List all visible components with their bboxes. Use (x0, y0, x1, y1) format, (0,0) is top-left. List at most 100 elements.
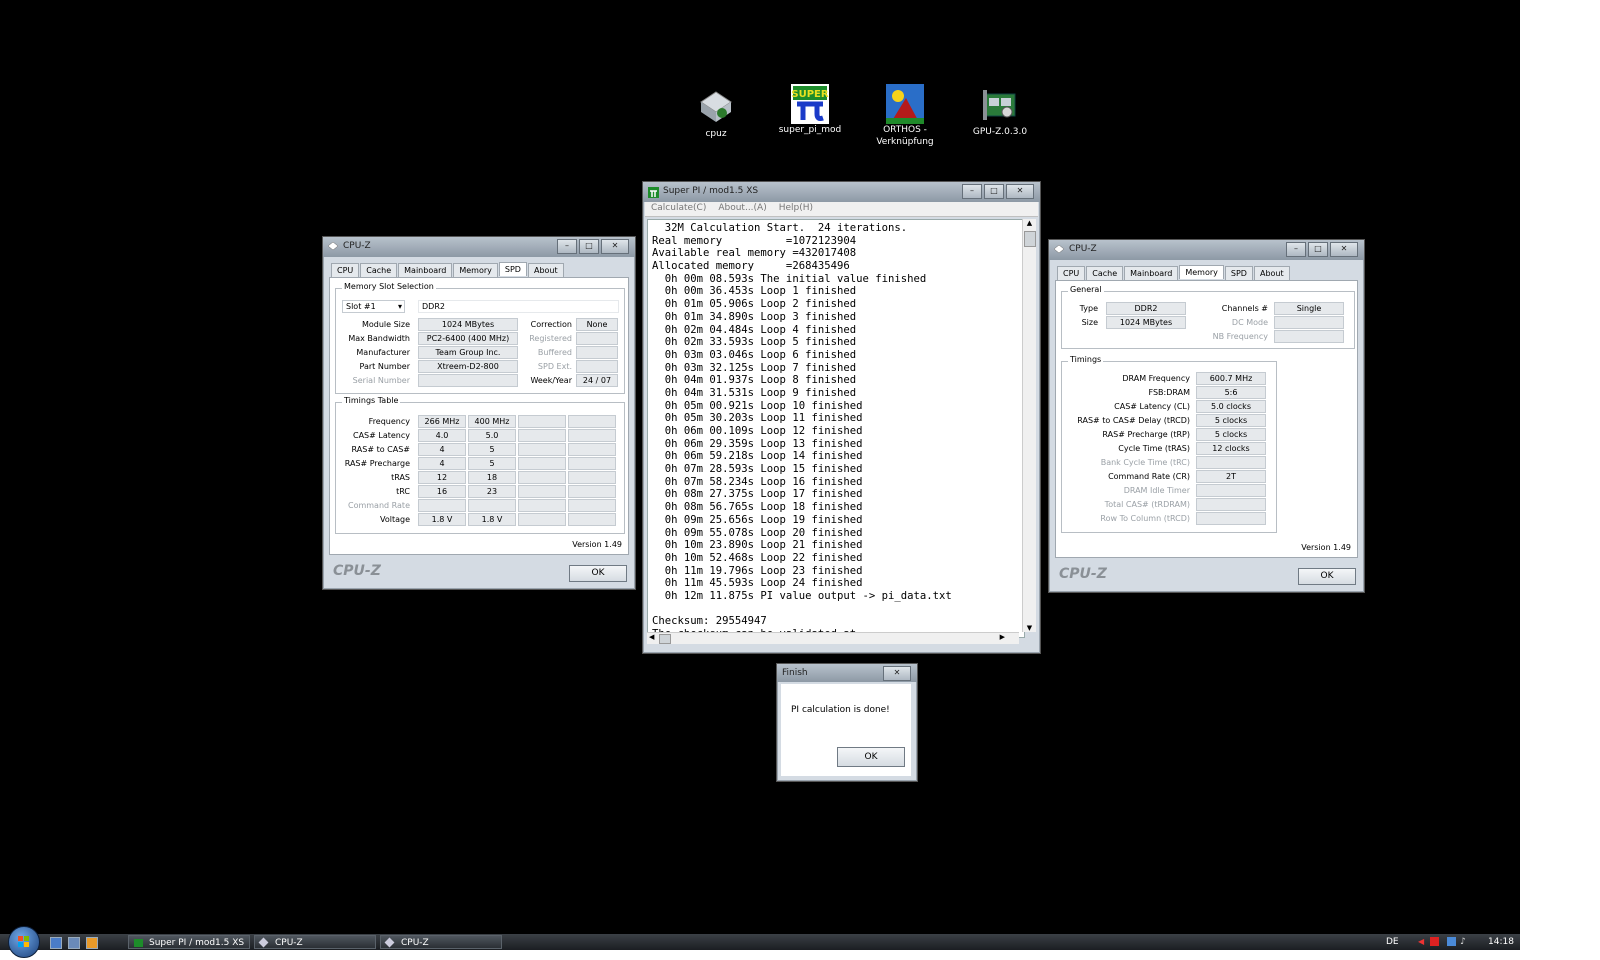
desktop-icon-super-pi[interactable]: SUPER super_pi_mod (770, 84, 850, 136)
minimize-button[interactable]: – (1286, 242, 1306, 257)
memory-timing-value: 5.0 clocks (1196, 400, 1266, 413)
vertical-scrollbar[interactable]: ▲ ▼ (1022, 219, 1036, 632)
tab-about[interactable]: About (527, 263, 564, 277)
tab-spd[interactable]: SPD (1224, 266, 1253, 280)
ok-button[interactable]: OK (1298, 568, 1356, 585)
slot-select[interactable]: Slot #1 ▾ (342, 300, 405, 313)
dialog-message: PI calculation is done! (791, 705, 890, 715)
window-title: Super PI / mod1.5 XS (663, 186, 759, 196)
dialog-body: PI calculation is done! OK (781, 684, 911, 776)
output-line: Checksum: 29554947 (652, 615, 767, 628)
scroll-right-icon[interactable]: ▶ (1000, 633, 1005, 641)
output-line: 0h 07m 58.234s Loop 16 finished (652, 475, 863, 488)
timing-cell: 5 (468, 457, 516, 470)
media-player-icon[interactable] (86, 937, 98, 949)
output-line: 0h 09m 55.078s Loop 20 finished (652, 526, 863, 539)
tab-cache[interactable]: Cache (360, 263, 398, 277)
menu-help[interactable]: Help(H) (773, 202, 819, 216)
desktop-icon-orthos[interactable]: ORTHOS - Verknüpfung (865, 84, 945, 148)
timing-cell (568, 485, 616, 498)
close-button[interactable]: ✕ (1006, 184, 1034, 199)
title-bar[interactable]: CPU-Z – □ ✕ (323, 237, 635, 257)
close-button[interactable]: ✕ (883, 666, 911, 681)
clock[interactable]: 14:18 (1488, 937, 1514, 947)
maximize-button[interactable]: □ (579, 239, 599, 254)
timing-cell (518, 471, 566, 484)
scroll-left-icon[interactable]: ◀ (649, 633, 654, 641)
minimize-button[interactable]: – (557, 239, 577, 254)
memory-timing-value (1196, 484, 1266, 497)
scroll-thumb[interactable] (1024, 231, 1036, 247)
switch-windows-icon[interactable] (68, 937, 80, 949)
minimize-button[interactable]: – (962, 184, 982, 199)
tab-cache[interactable]: Cache (1086, 266, 1124, 280)
registered-label: Registered (529, 334, 572, 343)
tab-spd[interactable]: SPD (498, 262, 527, 276)
scroll-up-icon[interactable]: ▲ (1023, 219, 1036, 227)
taskbar-button-superpi[interactable]: Super PI / mod1.5 XS (128, 935, 250, 949)
superpi-window[interactable]: Super PI / mod1.5 XS – □ ✕ Calculate(C) … (642, 181, 1041, 654)
minimize-icon: – (565, 241, 569, 250)
tab-mainboard[interactable]: Mainboard (398, 263, 453, 277)
close-button[interactable]: ✕ (601, 239, 629, 254)
security-alert-icon[interactable] (1430, 937, 1440, 946)
maximize-button[interactable]: □ (984, 184, 1004, 199)
show-desktop-icon[interactable] (50, 937, 62, 949)
language-indicator[interactable]: DE (1386, 937, 1399, 947)
correction-value: None (576, 318, 618, 331)
menu-about[interactable]: About...(A) (712, 202, 772, 216)
close-button[interactable]: ✕ (1330, 242, 1358, 257)
tab-about[interactable]: About (1253, 266, 1290, 280)
timing-cell: 1.8 V (418, 513, 466, 526)
output-line: 0h 00m 36.453s Loop 1 finished (652, 285, 857, 298)
finish-dialog[interactable]: Finish ✕ PI calculation is done! OK (776, 663, 918, 782)
output-line: 0h 04m 31.531s Loop 9 finished (652, 386, 857, 399)
cpuz-logo: CPU-Z (1059, 566, 1107, 582)
tab-cpu[interactable]: CPU (1057, 266, 1086, 280)
output-text-area[interactable]: 32M Calculation Start. 24 iterations. Rea… (647, 219, 1025, 638)
memory-timing-label: Cycle Time (tRAS) (1118, 444, 1190, 453)
tab-mainboard[interactable]: Mainboard (1124, 266, 1179, 280)
scroll-thumb[interactable] (659, 634, 671, 644)
spd-ext-label: SPD Ext. (537, 362, 572, 371)
cpuz-spd-window[interactable]: CPU-Z – □ ✕ CPU Cache Mainboard Memory S… (322, 236, 636, 590)
output-line: 0h 10m 52.468s Loop 22 finished (652, 551, 863, 564)
taskbar-button-cpuz-1[interactable]: CPU-Z (254, 935, 376, 949)
ok-button[interactable]: OK (837, 747, 905, 767)
serial-number-label: Serial Number (352, 376, 410, 385)
correction-label: Correction (530, 320, 572, 329)
title-bar[interactable]: CPU-Z – □ ✕ (1049, 240, 1364, 260)
part-number-label: Part Number (359, 362, 410, 371)
week-year-value: 24 / 07 (576, 374, 618, 387)
type-label: Type (1079, 304, 1098, 313)
buffered-label: Buffered (537, 348, 572, 357)
output-line: 0h 07m 28.593s Loop 15 finished (652, 463, 863, 476)
desktop-icon-gpuz[interactable]: GPU-Z.0.3.0 (960, 86, 1040, 138)
network-icon[interactable] (1447, 937, 1457, 946)
desktop-icon-label: ORTHOS - Verknüpfung (876, 125, 934, 147)
horizontal-scrollbar[interactable]: ◀ ▶ (647, 632, 1019, 644)
ok-button[interactable]: OK (569, 565, 627, 582)
taskbar-button-cpuz-2[interactable]: CPU-Z (380, 935, 502, 949)
memory-timing-value: 600.7 MHz (1196, 372, 1266, 385)
timing-row-label: Voltage (379, 515, 410, 524)
title-bar[interactable]: Finish ✕ (777, 664, 917, 682)
buffered-value (576, 346, 618, 359)
volume-icon[interactable]: ♪ (1460, 937, 1466, 947)
scroll-down-icon[interactable]: ▼ (1023, 624, 1036, 632)
timing-row-label: Command Rate (347, 501, 410, 510)
output-line: 0h 12m 11.875s PI value output -> pi_dat… (652, 589, 952, 602)
module-size-value: 1024 MBytes (418, 318, 518, 331)
desktop-icon-cpuz[interactable]: cpuz (676, 88, 756, 140)
menu-calculate[interactable]: Calculate(C) (645, 202, 712, 216)
cpuz-memory-window[interactable]: CPU-Z – □ ✕ CPU Cache Mainboard Memory S… (1048, 239, 1365, 593)
tab-memory[interactable]: Memory (453, 263, 498, 277)
desktop-icon-label: GPU-Z.0.3.0 (972, 127, 1028, 137)
title-bar[interactable]: Super PI / mod1.5 XS – □ ✕ (643, 182, 1040, 202)
start-button[interactable] (8, 926, 40, 958)
tab-memory[interactable]: Memory (1179, 265, 1224, 279)
arrow-left-icon[interactable]: ◀ (1418, 937, 1424, 947)
tab-cpu[interactable]: CPU (331, 263, 360, 277)
maximize-button[interactable]: □ (1308, 242, 1328, 257)
taskbar-button-label: CPU-Z (401, 938, 429, 948)
